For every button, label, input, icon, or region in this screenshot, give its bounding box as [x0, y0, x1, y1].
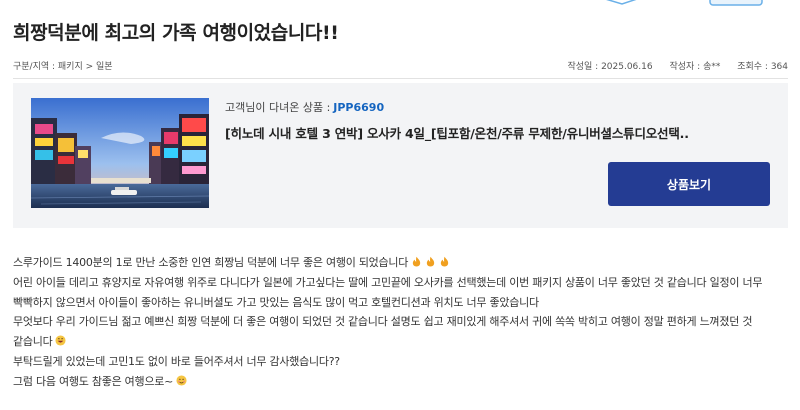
author: 작성자 : 송** — [669, 62, 721, 72]
product-thumbnail[interactable] — [31, 98, 209, 208]
product-code[interactable]: JPP6690 — [333, 101, 384, 114]
fire-icon — [413, 256, 421, 267]
body-paragraph: 무엇보다 우리 가이드님 젊고 예쁘신 희짱 덕분에 더 좋은 여행이 되었던 … — [13, 315, 753, 349]
decorative-graphic — [606, 0, 763, 6]
product-name-link[interactable]: [히노데 시내 호텔 3 연박] 오사카 4일_[팁포함/온천/주류 무제한/유… — [225, 123, 768, 142]
view-product-button[interactable]: 상품보기 — [608, 162, 770, 206]
body-paragraph: 스루가이드 1400분의 1로 만난 소중한 인연 희짱님 덕분에 너무 좋은 … — [13, 253, 788, 273]
review-body: 스루가이드 1400분의 1로 만난 소중한 인연 희짱님 덕분에 너무 좋은 … — [13, 253, 788, 392]
body-paragraph: 부탁드릴게 있었는데 고민1도 없이 바로 들어주셔서 너무 감사했습니다?? — [13, 354, 340, 368]
written-date: 작성일 : 2025.06.16 — [567, 62, 653, 72]
review-title: 희짱덕분에 최고의 가족 여행이었습니다!! — [13, 22, 339, 44]
category-breadcrumb: 구분/지역 : 패키지 > 일본 — [13, 62, 113, 72]
visited-label: 고객님이 다녀온 상품 : — [225, 101, 331, 114]
fire-icon — [441, 256, 449, 267]
product-info: 고객님이 다녀온 상품 : JPP6690 [히노데 시내 호텔 3 연박] 오사… — [225, 99, 768, 142]
body-paragraph: 어린 아이들 데리고 휴양지로 자유여행 위주로 다니다가 일본에 가고싶다는 … — [13, 275, 763, 309]
meta-info: 작성일 : 2025.06.16 작성자 : 송** 조회수 : 364 — [553, 59, 788, 72]
review-meta: 구분/지역 : 패키지 > 일본 작성일 : 2025.06.16 작성자 : … — [13, 59, 788, 73]
view-count: 조회수 : 364 — [737, 62, 788, 72]
visited-product-line: 고객님이 다녀온 상품 : JPP6690 — [225, 99, 768, 115]
body-paragraph: 그럼 다음 여행도 참좋은 여행으로~ — [13, 372, 788, 392]
smiling-face-icon — [176, 375, 187, 386]
grinning-face-icon — [55, 335, 67, 346]
product-card: 고객님이 다녀온 상품 : JPP6690 [히노데 시내 호텔 3 연박] 오사… — [13, 83, 788, 228]
divider — [13, 78, 788, 79]
fire-icon — [427, 256, 435, 267]
